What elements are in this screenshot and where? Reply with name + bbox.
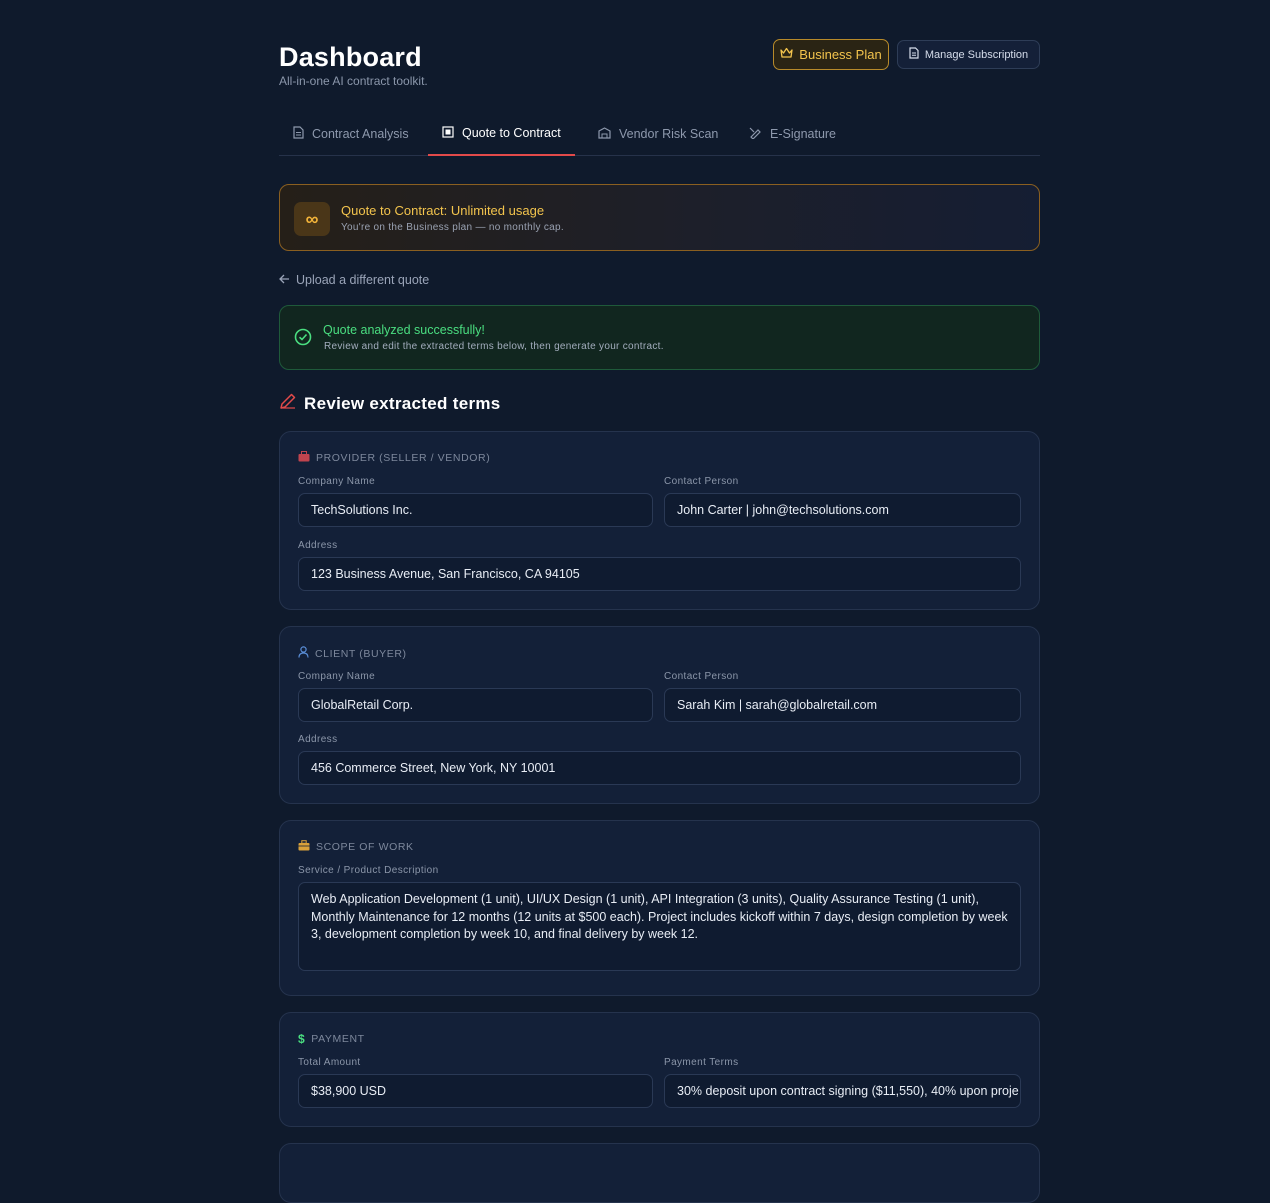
company-name-label: Company Name xyxy=(298,671,376,682)
client-company-input[interactable]: GlobalRetail Corp. xyxy=(298,688,653,722)
success-subtext: Review and edit the extracted terms belo… xyxy=(324,341,664,352)
crown-icon xyxy=(780,47,793,62)
address-label: Address xyxy=(298,540,338,551)
infinity-icon: ∞ xyxy=(294,202,330,236)
business-plan-button[interactable]: Business Plan xyxy=(773,39,889,70)
client-title-text: CLIENT (BUYER) xyxy=(315,647,407,660)
payment-card-title: $ PAYMENT xyxy=(298,1032,365,1046)
tab-label: Quote to Contract xyxy=(462,126,561,140)
client-card: CLIENT (BUYER) Company Name GlobalRetail… xyxy=(279,626,1040,804)
scope-title-text: SCOPE OF WORK xyxy=(316,841,414,853)
manage-subscription-button[interactable]: Manage Subscription xyxy=(897,40,1040,69)
page-header: Dashboard All-in-one AI contract toolkit… xyxy=(279,0,1040,100)
usage-subtext: You're on the Business plan — no monthly… xyxy=(341,222,564,233)
address-label: Address xyxy=(298,734,338,745)
user-icon xyxy=(298,646,309,661)
service-description-label: Service / Product Description xyxy=(298,865,439,876)
provider-card: PROVIDER (SELLER / VENDOR) Company Name … xyxy=(279,431,1040,610)
quote-icon xyxy=(442,125,454,141)
success-heading: Quote analyzed successfully! xyxy=(323,323,485,337)
contact-person-label: Contact Person xyxy=(664,671,739,682)
manage-subscription-label: Manage Subscription xyxy=(924,48,1029,61)
scan-icon xyxy=(598,126,611,142)
tab-label: Contract Analysis xyxy=(312,127,409,141)
provider-title-text: PROVIDER (SELLER / VENDOR) xyxy=(316,452,491,464)
arrow-left-icon xyxy=(279,273,290,287)
usage-heading: Quote to Contract: Unlimited usage xyxy=(341,203,545,218)
payment-terms-input[interactable]: 30% deposit upon contract signing ($11,5… xyxy=(664,1074,1021,1108)
scope-card-title: SCOPE OF WORK xyxy=(298,840,414,854)
payment-title-text: PAYMENT xyxy=(311,1033,365,1045)
total-amount-label: Total Amount xyxy=(298,1057,361,1068)
building-icon xyxy=(298,451,310,465)
tab-bar: Contract Analysis Quote to Contract Vend… xyxy=(279,112,1040,156)
client-address-input[interactable]: 456 Commerce Street, New York, NY 10001 xyxy=(298,751,1021,785)
success-banner: Quote analyzed successfully! Review and … xyxy=(279,305,1040,370)
review-section-heading: Review extracted terms xyxy=(279,392,501,415)
check-circle-icon xyxy=(294,328,312,351)
back-link-label: Upload a different quote xyxy=(296,273,430,287)
page-subtitle: All-in-one AI contract toolkit. xyxy=(279,74,428,88)
client-contact-input[interactable]: Sarah Kim | sarah@globalretail.com xyxy=(664,688,1021,722)
upload-different-quote-link[interactable]: Upload a different quote xyxy=(279,273,429,287)
provider-card-title: PROVIDER (SELLER / VENDOR) xyxy=(298,451,490,465)
provider-address-input[interactable]: 123 Business Avenue, San Francisco, CA 9… xyxy=(298,557,1021,591)
dashboard-container: Dashboard All-in-one AI contract toolkit… xyxy=(279,0,1040,1203)
total-amount-input[interactable]: $38,900 USD xyxy=(298,1074,653,1108)
tab-vendor-risk-scan[interactable]: Vendor Risk Scan xyxy=(584,112,732,156)
provider-company-input[interactable]: TechSolutions Inc. xyxy=(298,493,653,527)
service-description-textarea[interactable]: Web Application Development (1 unit), UI… xyxy=(298,882,1021,971)
next-card xyxy=(279,1143,1040,1203)
tab-quote-to-contract[interactable]: Quote to Contract xyxy=(428,112,575,156)
briefcase-icon xyxy=(298,840,310,854)
signature-icon xyxy=(749,126,762,142)
business-plan-label: Business Plan xyxy=(799,47,882,62)
usage-banner: ∞ Quote to Contract: Unlimited usage You… xyxy=(279,184,1040,251)
tab-label: E-Signature xyxy=(770,127,837,141)
page-title: Dashboard xyxy=(279,42,422,72)
payment-card: $ PAYMENT Total Amount $38,900 USD Payme… xyxy=(279,1012,1040,1127)
dollar-icon: $ xyxy=(298,1032,306,1046)
contact-person-label: Contact Person xyxy=(664,476,739,487)
scope-card: SCOPE OF WORK Service / Product Descript… xyxy=(279,820,1040,996)
tab-contract-analysis[interactable]: Contract Analysis xyxy=(279,112,423,156)
document-icon xyxy=(293,126,304,142)
pencil-icon xyxy=(279,392,297,415)
document-icon xyxy=(909,47,919,62)
payment-terms-label: Payment Terms xyxy=(664,1057,739,1068)
tab-label: Vendor Risk Scan xyxy=(619,127,719,141)
provider-contact-input[interactable]: John Carter | john@techsolutions.com xyxy=(664,493,1021,527)
review-heading-text: Review extracted terms xyxy=(304,393,501,413)
tab-e-signature[interactable]: E-Signature xyxy=(735,112,850,156)
company-name-label: Company Name xyxy=(298,476,376,487)
client-card-title: CLIENT (BUYER) xyxy=(298,646,407,661)
